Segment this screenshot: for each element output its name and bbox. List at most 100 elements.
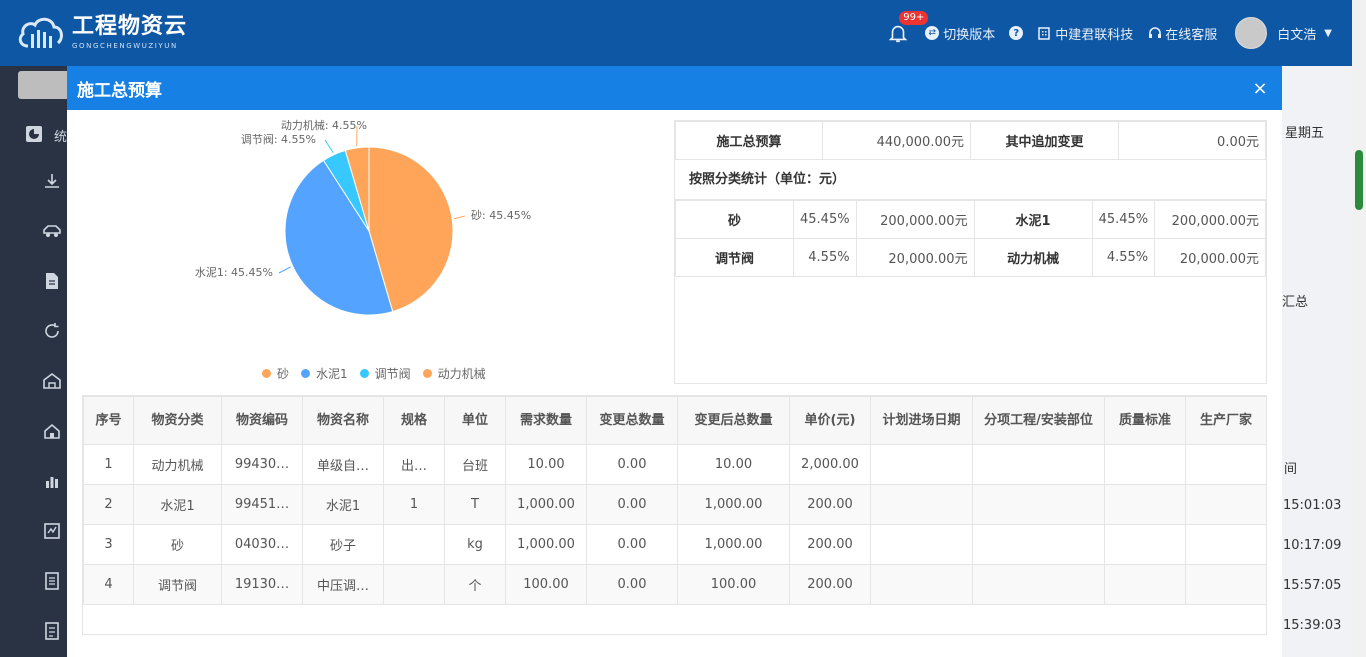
pie-slice-label: 动力机械: 4.55% — [281, 118, 367, 132]
table-cell: 1,000.00 — [677, 524, 790, 565]
online-service-button[interactable]: 在线客服 — [1147, 24, 1217, 43]
table-cell: 水泥1 — [302, 484, 384, 525]
table-cell — [1185, 484, 1267, 525]
table-cell: 0.00 — [586, 444, 678, 485]
table-cell — [1185, 444, 1267, 485]
logo[interactable]: 工程物资云 GONGCHENGWUZIYUN — [16, 12, 187, 54]
company-label: 中建君联科技 — [1055, 27, 1134, 43]
table-cell: 单级自… — [302, 444, 384, 485]
table-cell: 2 — [83, 484, 134, 525]
table-cell: 10.00 — [677, 444, 790, 485]
table-cell: T — [444, 484, 506, 525]
table-cell: 100.00 — [677, 564, 790, 605]
table-cell: 100.00 — [505, 564, 587, 605]
logo-title: 工程物资云 — [72, 14, 188, 39]
table-cell: 调节阀 — [133, 564, 222, 605]
table-row[interactable]: 1 动力机械 99430… 单级自… 出… 台班 10.00 0.00 10.00 2,000.0… — [83, 444, 1267, 485]
download-icon[interactable] — [40, 169, 64, 193]
bell-icon — [888, 25, 908, 43]
budget-modal: 施工总预算 × 砂: 45.45% 水泥1: 45.45% 调节阀: 4.55% 动力… — [67, 66, 1282, 657]
chart-pie-icon[interactable] — [22, 122, 46, 146]
column-header: 质量标准 — [1104, 396, 1186, 445]
page-scrollbar[interactable] — [1352, 0, 1366, 657]
table-cell: 1,000.00 — [677, 484, 790, 525]
user-name: 白文浩 — [1277, 27, 1317, 43]
refresh-icon[interactable] — [40, 319, 64, 343]
truck-icon[interactable] — [40, 218, 64, 242]
summary-table: 施工总预算 440,000.00元 其中追加变更 0.00元 按照分类统计（单位… — [674, 120, 1267, 384]
document-icon[interactable] — [40, 269, 64, 293]
legend-item[interactable]: 水泥1 — [301, 365, 348, 382]
column-header: 物资分类 — [133, 396, 222, 445]
pie-chart-svg: 砂: 45.45% 水泥1: 45.45% 调节阀: 4.55%动力机械: 4.55… — [195, 118, 531, 316]
category-percent: 4.55% — [793, 238, 857, 277]
legend-dot-icon — [359, 369, 369, 378]
column-header: 生产厂家 — [1185, 396, 1267, 445]
pie-slice-label: 水泥1: 45.45% — [195, 266, 273, 279]
background-time: 15:57:05 — [1283, 578, 1342, 593]
pie-leader-line — [454, 215, 466, 220]
column-header: 单价(元) — [789, 396, 871, 445]
table-cell — [870, 564, 973, 605]
column-header: 计划进场日期 — [870, 396, 973, 445]
additional-change-label: 其中追加变更 — [970, 121, 1119, 160]
legend-item[interactable]: 砂 — [262, 365, 289, 382]
legend-item[interactable]: 调节阀 — [359, 365, 411, 382]
table-row[interactable]: 4 调节阀 19130… 中压调… 个 100.00 0.00 100.00 200.00 — [83, 564, 1267, 605]
company-button[interactable]: 中建君联科技 — [1037, 24, 1133, 43]
logo-subtitle: GONGCHENGWUZIYUN — [72, 42, 178, 50]
table-cell: 中压调… — [302, 564, 384, 605]
switch-version-button[interactable]: ⇄ 切换版本 — [925, 24, 995, 43]
category-name: 动力机械 — [973, 238, 1093, 277]
table-row[interactable]: 2 水泥1 99451… 水泥1 1 T 1,000.00 0.00 1,000.00 200.0… — [83, 484, 1267, 525]
material-detail-table: 序号 物资分类 物资编码 物资名称 规格 单位 需求数量 变更总数量 变更后总数量 单价(元) 计划… — [82, 395, 1267, 635]
table-cell: 0.00 — [586, 484, 678, 525]
table-cell — [383, 524, 445, 565]
notification-button[interactable]: 99+ — [887, 11, 929, 45]
column-header: 物资编码 — [221, 396, 303, 445]
modal-title: 施工总预算 — [77, 80, 162, 101]
table-cell: 动力机械 — [133, 444, 222, 485]
close-icon[interactable]: × — [1248, 78, 1272, 99]
table-cell: 砂子 — [302, 524, 384, 565]
column-header: 分项工程/安装部位 — [972, 396, 1105, 445]
legend-label: 水泥1 — [316, 367, 348, 381]
help-icon[interactable]: ? — [1009, 26, 1024, 40]
pie-slice-label: 砂: 45.45% — [471, 209, 531, 222]
table-cell: 200.00 — [789, 484, 871, 525]
table-row[interactable]: 3 砂 04030… 砂子 kg 1,000.00 0.00 1,000.00 200.00 — [83, 524, 1267, 565]
warehouse-icon[interactable] — [40, 369, 64, 393]
sidebar-label: 统 — [54, 130, 68, 145]
background-summary: 汇总 — [1282, 295, 1309, 310]
table-cell: 出… — [383, 444, 445, 485]
background-time: 15:39:03 — [1283, 618, 1342, 633]
table-cell — [1185, 524, 1267, 565]
legend-item[interactable]: 动力机械 — [422, 365, 486, 382]
legend-label: 动力机械 — [437, 367, 486, 381]
table-cell: 200.00 — [789, 524, 871, 565]
bar-chart-icon[interactable] — [40, 469, 64, 493]
home-icon[interactable] — [40, 419, 64, 443]
chart-legend: 砂 水泥1 调节阀 动力机械 — [262, 365, 498, 382]
scrollbar-thumb[interactable] — [1355, 150, 1363, 210]
total-budget-label: 施工总预算 — [675, 121, 823, 160]
category-amount: 200,000.00元 — [1154, 200, 1266, 239]
pie-chart: 砂: 45.45% 水泥1: 45.45% 调节阀: 4.55% 动力机械: 4.55… — [67, 110, 667, 390]
legend-dot-icon — [262, 369, 271, 378]
table-cell — [972, 564, 1105, 605]
checklist-icon[interactable] — [40, 619, 64, 643]
table-cell — [972, 444, 1105, 485]
list-icon[interactable] — [40, 569, 64, 593]
top-bar: 工程物资云 GONGCHENGWUZIYUN 99+ ⇄ 切换版本 ? 中建君联… — [0, 0, 1352, 66]
user-menu[interactable]: 白文浩 ▼ — [1235, 17, 1332, 49]
table-cell: 台班 — [444, 444, 506, 485]
column-header: 规格 — [383, 396, 445, 445]
category-percent: 45.45% — [1091, 200, 1156, 239]
table-cell — [870, 524, 973, 565]
table-cell: 2,000.00 — [789, 444, 871, 485]
table-cell: 0.00 — [586, 564, 678, 605]
column-header: 变更后总数量 — [677, 396, 790, 445]
sidebar-search[interactable] — [18, 71, 68, 99]
table-cell — [1104, 564, 1186, 605]
report-icon[interactable] — [40, 519, 64, 543]
